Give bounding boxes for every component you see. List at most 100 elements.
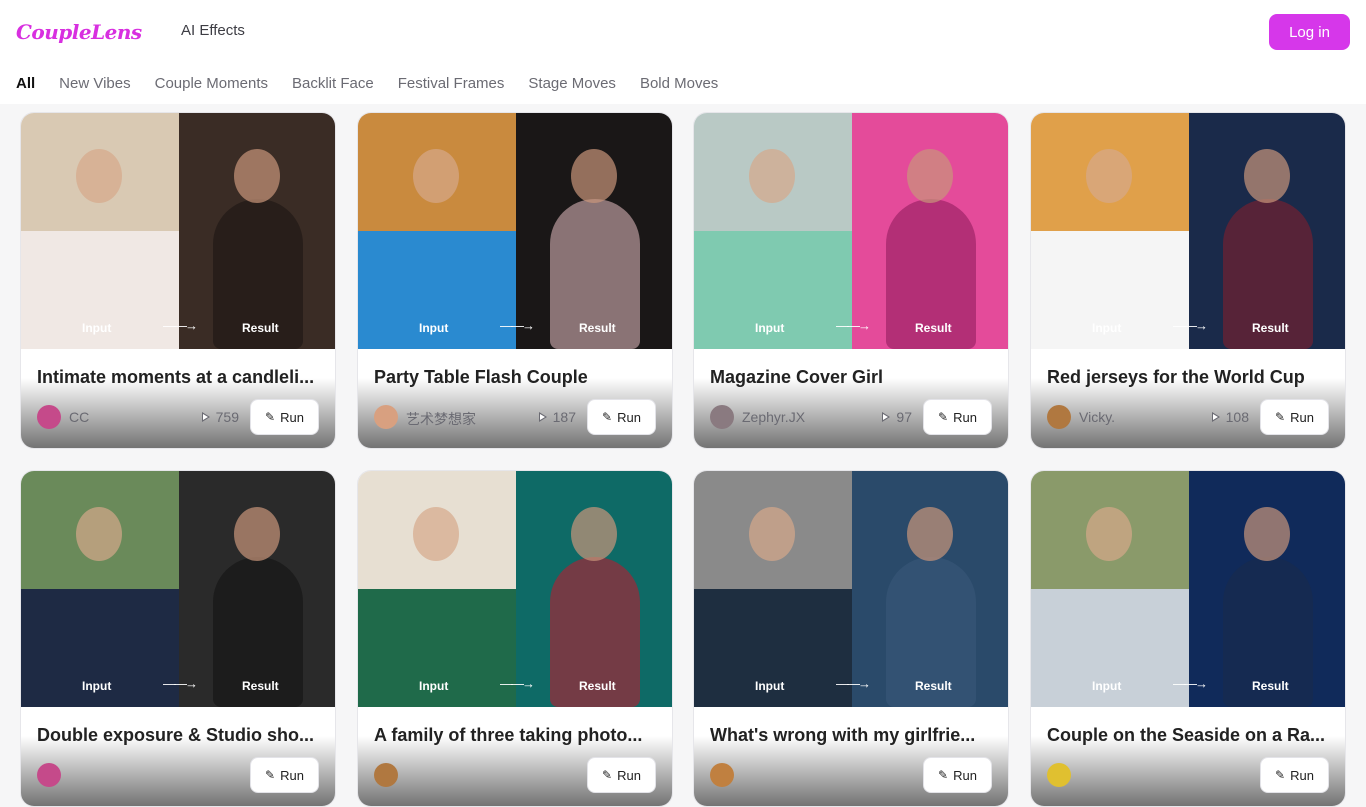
run-label: Run (953, 767, 977, 783)
tab-all[interactable]: All (16, 75, 35, 92)
magic-wand-icon: ✎ (1275, 410, 1286, 424)
run-button[interactable]: ✎ Run (923, 757, 992, 793)
result-label: Result (1252, 321, 1289, 335)
magic-wand-icon: ✎ (938, 768, 949, 782)
author-avatar[interactable] (374, 405, 398, 429)
card-title[interactable]: What's wrong with my girlfrie... (710, 725, 996, 746)
tab-stage-moves[interactable]: Stage Moves (528, 75, 616, 92)
card-title[interactable]: Magazine Cover Girl (710, 367, 996, 388)
tab-backlit-face[interactable]: Backlit Face (292, 75, 374, 92)
play-icon (882, 412, 891, 422)
result-label: Result (1252, 679, 1289, 693)
arrow-icon: ——→ (163, 676, 198, 691)
author-avatar[interactable] (1047, 405, 1071, 429)
result-image (516, 113, 672, 349)
magic-wand-icon: ✎ (265, 410, 276, 424)
author-avatar[interactable] (37, 763, 61, 787)
tab-new-vibes[interactable]: New Vibes (59, 75, 130, 92)
input-label: Input (1092, 679, 1122, 693)
run-count: 759 (201, 409, 239, 425)
input-image (694, 113, 852, 349)
before-after-preview (358, 471, 672, 707)
category-tabs: All New Vibes Couple Moments Backlit Fac… (16, 75, 718, 92)
result-image (1189, 113, 1345, 349)
app-logo[interactable]: CoupleLens (16, 20, 142, 44)
effect-card[interactable]: Input ——→ Result Party Table Flash Coupl… (357, 112, 673, 449)
top-bar: CoupleLens AI Effects Log in All New Vib… (0, 0, 1366, 104)
arrow-icon: ——→ (836, 676, 871, 691)
author-name[interactable]: Zephyr.JX (742, 409, 805, 425)
before-after-preview (1031, 471, 1345, 707)
result-image (852, 113, 1008, 349)
run-count-value: 759 (215, 409, 239, 425)
magic-wand-icon: ✎ (1275, 768, 1286, 782)
author-name[interactable]: 艺术梦想家 (406, 409, 476, 429)
before-after-preview (694, 113, 1008, 349)
run-label: Run (953, 409, 977, 425)
before-after-preview (358, 113, 672, 349)
result-image (179, 113, 335, 349)
effect-card[interactable]: Input ——→ Result Magazine Cover Girl Zep… (693, 112, 1009, 449)
result-label: Result (242, 321, 279, 335)
result-label: Result (915, 679, 952, 693)
run-button[interactable]: ✎ Run (250, 399, 319, 435)
run-button[interactable]: ✎ Run (1260, 757, 1329, 793)
input-image (358, 471, 516, 707)
input-image (21, 113, 179, 349)
play-icon (1211, 412, 1220, 422)
author-name[interactable]: CC (69, 409, 89, 425)
run-count: 97 (882, 409, 912, 425)
author-name[interactable]: Vicky. (1079, 409, 1115, 425)
before-after-preview (1031, 113, 1345, 349)
tab-bold-moves[interactable]: Bold Moves (640, 75, 718, 92)
before-after-preview (21, 113, 335, 349)
author-avatar[interactable] (710, 763, 734, 787)
card-title[interactable]: A family of three taking photo... (374, 725, 660, 746)
card-title[interactable]: Couple on the Seaside on a Ra... (1047, 725, 1333, 746)
input-label: Input (82, 679, 112, 693)
effect-card[interactable]: Input ——→ Result A family of three takin… (357, 470, 673, 807)
input-label: Input (82, 321, 112, 335)
run-button[interactable]: ✎ Run (1260, 399, 1329, 435)
input-label: Input (755, 321, 785, 335)
run-button[interactable]: ✎ Run (250, 757, 319, 793)
nav-ai-effects[interactable]: AI Effects (181, 22, 245, 39)
input-image (1031, 113, 1189, 349)
input-label: Input (755, 679, 785, 693)
result-label: Result (242, 679, 279, 693)
effect-card[interactable]: Input ——→ Result What's wrong with my gi… (693, 470, 1009, 807)
run-label: Run (280, 409, 304, 425)
run-count: 108 (1211, 409, 1249, 425)
run-label: Run (617, 767, 641, 783)
author-avatar[interactable] (1047, 763, 1071, 787)
run-button[interactable]: ✎ Run (923, 399, 992, 435)
effect-card[interactable]: Input ——→ Result Red jerseys for the Wor… (1030, 112, 1346, 449)
author-avatar[interactable] (37, 405, 61, 429)
effect-card[interactable]: Input ——→ Result Intimate moments at a c… (20, 112, 336, 449)
run-label: Run (280, 767, 304, 783)
card-title[interactable]: Double exposure & Studio sho... (37, 725, 323, 746)
run-label: Run (1290, 409, 1314, 425)
run-label: Run (617, 409, 641, 425)
card-title[interactable]: Party Table Flash Couple (374, 367, 660, 388)
run-button[interactable]: ✎ Run (587, 757, 656, 793)
card-title[interactable]: Intimate moments at a candleli... (37, 367, 323, 388)
input-image (358, 113, 516, 349)
tab-festival-frames[interactable]: Festival Frames (398, 75, 505, 92)
login-button[interactable]: Log in (1269, 14, 1350, 50)
card-title[interactable]: Red jerseys for the World Cup (1047, 367, 1333, 388)
play-icon (201, 412, 210, 422)
run-count-value: 187 (552, 409, 576, 425)
before-after-preview (694, 471, 1008, 707)
run-count-value: 97 (896, 409, 912, 425)
result-image (852, 471, 1008, 707)
author-avatar[interactable] (374, 763, 398, 787)
effect-card[interactable]: Input ——→ Result Double exposure & Studi… (20, 470, 336, 807)
arrow-icon: ——→ (500, 318, 535, 333)
effect-card[interactable]: Input ——→ Result Couple on the Seaside o… (1030, 470, 1346, 807)
result-image (1189, 471, 1345, 707)
run-button[interactable]: ✎ Run (587, 399, 656, 435)
author-avatar[interactable] (710, 405, 734, 429)
input-label: Input (419, 679, 449, 693)
tab-couple-moments[interactable]: Couple Moments (155, 75, 268, 92)
